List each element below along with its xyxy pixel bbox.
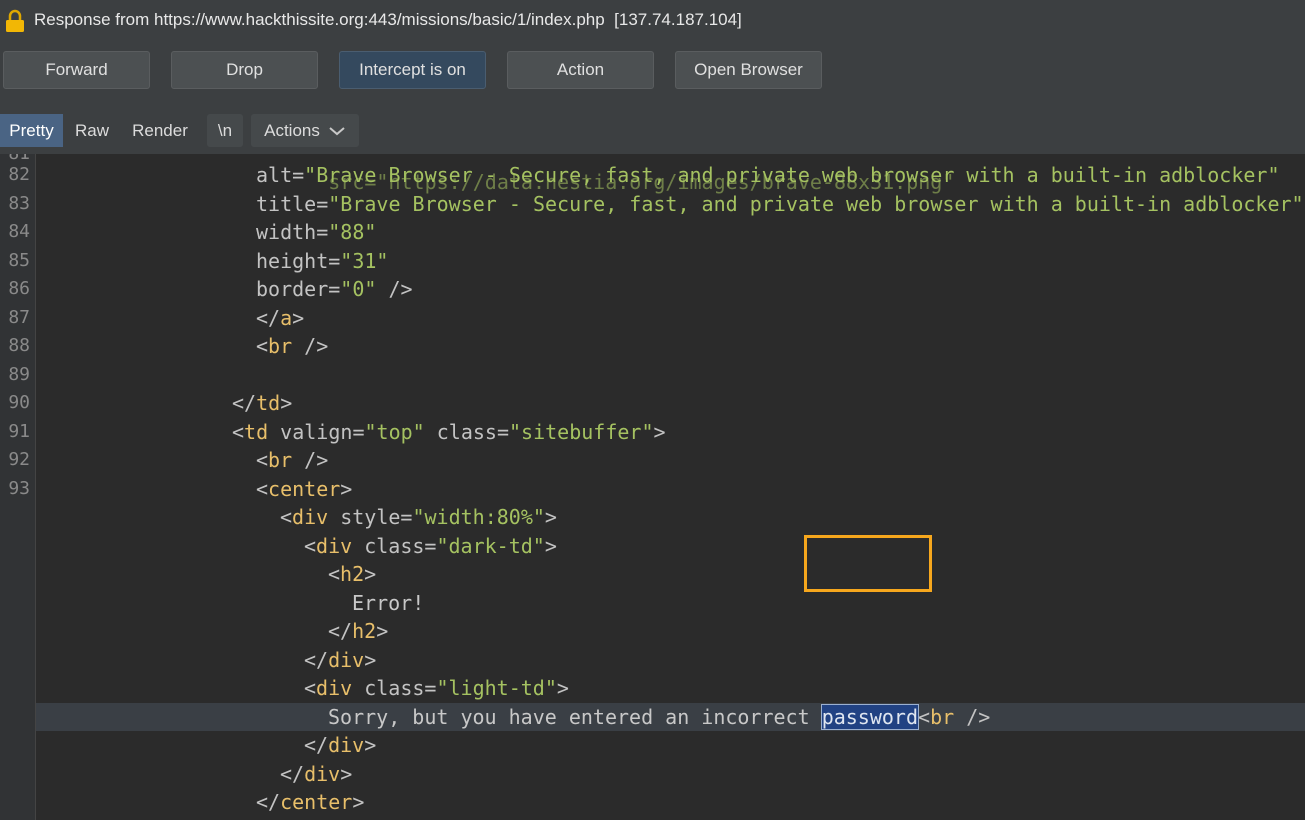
- chevron-down-icon: [329, 126, 345, 135]
- line-number: 92: [8, 449, 30, 470]
- line-number-gutter: 81 82 83 84 85 86 87 88 89 90 91 92 93: [0, 154, 36, 820]
- tab-render[interactable]: Render: [121, 114, 199, 147]
- code-line: <br />: [256, 334, 329, 358]
- line-number: 84: [8, 221, 30, 242]
- open-browser-button[interactable]: Open Browser: [675, 51, 822, 89]
- code-line: alt="Brave Browser - Secure, fast, and p…: [256, 163, 1280, 187]
- response-editor[interactable]: 81 82 83 84 85 86 87 88 89 90 91 92 93 s…: [0, 154, 1305, 820]
- code-line: <br />: [256, 448, 329, 472]
- code-line: <div class="light-td">: [304, 676, 569, 700]
- actions-label: Actions: [264, 120, 320, 140]
- window-titlebar: Response from https://www.hackthissite.o…: [0, 0, 1305, 42]
- code-line: Error!: [352, 591, 425, 615]
- code-line: </center>: [256, 790, 365, 814]
- code-line: width="88": [256, 220, 377, 244]
- code-line: </div>: [304, 648, 377, 672]
- code-line: <td valign="top" class="sitebuffer">: [232, 420, 666, 444]
- action-button[interactable]: Action: [507, 51, 654, 89]
- code-line: title="Brave Browser - Secure, fast, and…: [256, 192, 1304, 216]
- line-number: 87: [8, 307, 30, 328]
- highlight-box: [804, 535, 932, 592]
- line-number: 86: [8, 278, 30, 299]
- tab-pretty[interactable]: Pretty: [0, 114, 63, 147]
- forward-button[interactable]: Forward: [3, 51, 150, 89]
- line-number: 83: [8, 193, 30, 214]
- code-line: </div>: [304, 733, 377, 757]
- intercept-toolbar: Forward Drop Intercept is on Action Open…: [0, 42, 1305, 101]
- tab-raw[interactable]: Raw: [63, 114, 121, 147]
- lock-icon: [6, 9, 24, 32]
- code-line: </td>: [232, 391, 293, 415]
- code-area[interactable]: src="https://data.hestia.org/images/brav…: [36, 154, 1305, 820]
- selected-text[interactable]: password: [820, 704, 920, 730]
- line-number: 93: [8, 478, 30, 499]
- line-number: 88: [8, 335, 30, 356]
- code-line: </h2>: [328, 619, 389, 643]
- current-code-line[interactable]: Sorry, but you have entered an incorrect…: [36, 703, 1305, 731]
- code-line: <center>: [256, 477, 353, 501]
- view-tabbar: Pretty Raw Render \n Actions: [0, 100, 1305, 154]
- window-title: Response from https://www.hackthissite.o…: [34, 10, 742, 29]
- code-line: border="0" />: [256, 277, 413, 301]
- drop-button[interactable]: Drop: [171, 51, 318, 89]
- code-line: <div style="width:80%">: [280, 505, 557, 529]
- line-number: 85: [8, 250, 30, 271]
- intercept-toggle-button[interactable]: Intercept is on: [339, 51, 486, 89]
- line-number: 90: [8, 392, 30, 413]
- code-line: </a>: [256, 306, 305, 330]
- actions-dropdown[interactable]: Actions: [251, 114, 359, 147]
- line-number: 82: [8, 164, 30, 185]
- code-line: height="31": [256, 249, 389, 273]
- newline-toggle[interactable]: \n: [207, 114, 243, 147]
- line-number: 91: [8, 421, 30, 442]
- line-number: 89: [8, 364, 30, 385]
- code-line: </div>: [280, 762, 353, 786]
